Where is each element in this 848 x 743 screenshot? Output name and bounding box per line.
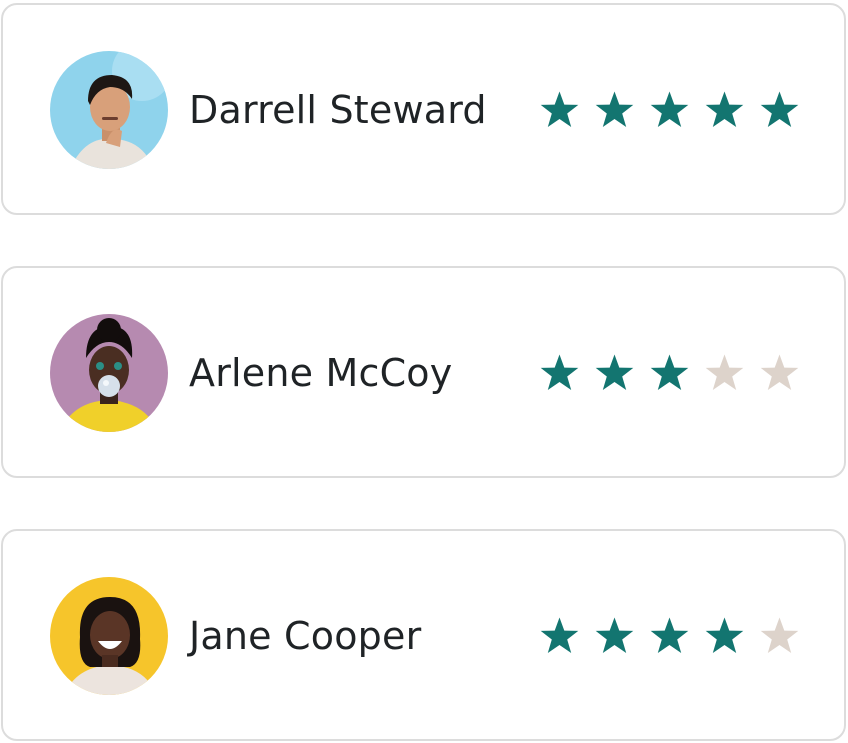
star-filled-icon	[759, 90, 800, 130]
reviewer-name: Arlene McCoy	[189, 351, 453, 395]
star-rating	[539, 616, 800, 656]
reviewer-name: Darrell Steward	[189, 88, 487, 132]
star-filled-icon	[539, 353, 580, 393]
avatar	[50, 51, 168, 169]
avatar-image-arlene	[50, 314, 168, 432]
star-filled-icon	[649, 90, 690, 130]
star-filled-icon	[704, 90, 745, 130]
star-filled-icon	[594, 353, 635, 393]
avatar	[50, 577, 168, 695]
avatar-image-darrell	[50, 51, 168, 169]
star-rating	[539, 353, 800, 393]
star-filled-icon	[539, 90, 580, 130]
star-filled-icon	[539, 616, 580, 656]
review-card: Darrell Steward	[1, 3, 846, 215]
star-filled-icon	[594, 90, 635, 130]
avatar	[50, 314, 168, 432]
star-filled-icon	[704, 616, 745, 656]
star-empty-icon	[759, 353, 800, 393]
avatar-image-jane	[50, 577, 168, 695]
star-filled-icon	[594, 616, 635, 656]
star-filled-icon	[649, 616, 690, 656]
reviewer-name: Jane Cooper	[189, 614, 422, 658]
star-empty-icon	[759, 616, 800, 656]
star-rating	[539, 90, 800, 130]
star-filled-icon	[649, 353, 690, 393]
review-card: Jane Cooper	[1, 529, 846, 741]
review-card: Arlene McCoy	[1, 266, 846, 478]
star-empty-icon	[704, 353, 745, 393]
